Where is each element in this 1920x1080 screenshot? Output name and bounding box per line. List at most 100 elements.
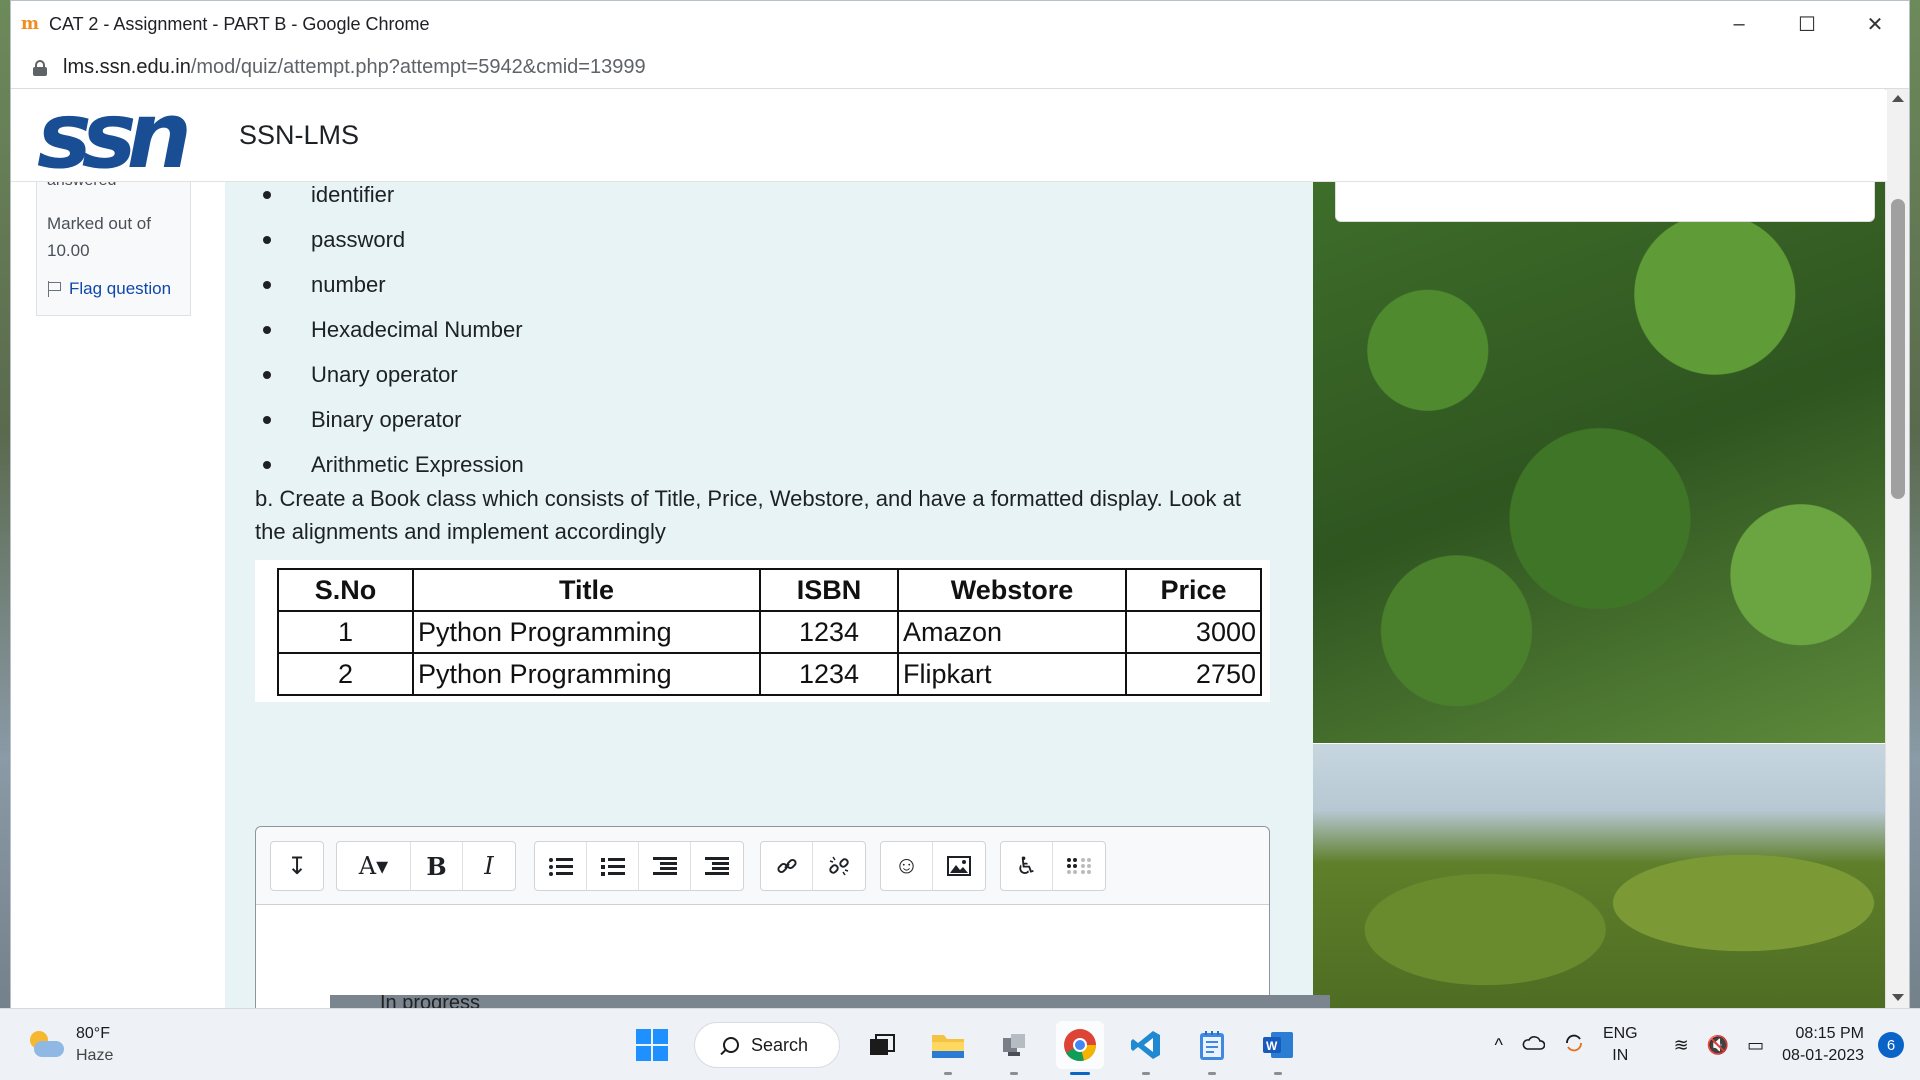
table-cell: Flipkart	[897, 652, 1127, 696]
clock-date: 08-01-2023	[1782, 1047, 1864, 1064]
bold-button[interactable]: B	[411, 842, 463, 890]
title-bar: m CAT 2 - Assignment - PART B - Google C…	[11, 1, 1909, 47]
browser-window: m CAT 2 - Assignment - PART B - Google C…	[10, 0, 1910, 1009]
network-app-button[interactable]	[990, 1021, 1038, 1075]
network-drive-icon	[1003, 1034, 1025, 1056]
chrome-button[interactable]	[1056, 1021, 1104, 1075]
close-button[interactable]: ✕	[1841, 1, 1909, 47]
question-grade: Marked out of 10.00	[47, 214, 151, 260]
table-cell: Python Programming	[412, 610, 761, 654]
question-info-column: answered Marked out of 10.00 Flag questi…	[11, 172, 225, 1009]
site-navbar: ssn SSN-LMS	[11, 90, 1887, 184]
moodle-favicon-icon: m	[21, 14, 39, 34]
right-column-images	[1313, 182, 1887, 1009]
folder-icon	[932, 1035, 964, 1058]
list-item: Arithmetic Expression	[255, 442, 524, 487]
word-button[interactable]: W	[1254, 1021, 1302, 1075]
flag-question-link[interactable]: Flag question	[47, 279, 171, 299]
editor-toolbar: ↧ A▾ B I ☺ ♿	[256, 827, 1269, 905]
page-scrollbar[interactable]	[1885, 89, 1909, 1009]
address-bar[interactable]: lms.ssn.edu.in/mod/quiz/attempt.php?atte…	[11, 47, 1909, 89]
outdent-icon	[652, 857, 677, 875]
outdent-button[interactable]	[639, 842, 691, 890]
emoji-button[interactable]: ☺	[881, 842, 933, 890]
table-cell: Amazon	[897, 610, 1127, 654]
weather-widget[interactable]: 80°F Haze	[26, 1023, 113, 1067]
wifi-icon[interactable]: ≋	[1674, 1035, 1689, 1056]
show-hidden-icons-chevron-icon[interactable]: ^	[1495, 1035, 1503, 1056]
task-view-icon	[870, 1034, 895, 1055]
vscode-button[interactable]	[1122, 1021, 1170, 1075]
right-card	[1335, 182, 1875, 222]
table-cell: 1	[277, 610, 414, 654]
start-button[interactable]	[628, 1021, 676, 1069]
table-cell: Python Programming	[412, 652, 761, 696]
flag-icon	[47, 281, 61, 297]
site-name[interactable]: SSN-LMS	[239, 120, 359, 151]
window-controls: – ☐ ✕	[1705, 1, 1909, 47]
screenreader-helper-button[interactable]	[1053, 842, 1105, 890]
minimize-button[interactable]: –	[1705, 1, 1773, 47]
url-text[interactable]: lms.ssn.edu.in/mod/quiz/attempt.php?atte…	[63, 56, 646, 79]
scroll-up-icon[interactable]	[1892, 95, 1904, 102]
windows-icon	[636, 1029, 668, 1061]
weather-text: 80°F Haze	[76, 1023, 113, 1067]
scroll-thumb[interactable]	[1891, 199, 1905, 499]
table-cell: 1234	[759, 610, 899, 654]
scroll-down-icon[interactable]	[1892, 994, 1904, 1001]
table-cell: 2	[277, 652, 414, 696]
indent-button[interactable]	[691, 842, 743, 890]
image-icon	[947, 856, 971, 876]
image-button[interactable]	[933, 842, 985, 890]
braille-icon	[1067, 858, 1091, 874]
notepad-button[interactable]	[1188, 1021, 1236, 1075]
unordered-list-icon	[548, 857, 573, 876]
taskbar: 80°F Haze Search W ^ ENG IN ≋ 🔇 ▭ 08:15 …	[0, 1008, 1920, 1080]
window-title: CAT 2 - Assignment - PART B - Google Chr…	[49, 13, 430, 34]
column-header: S.No	[277, 568, 414, 612]
background-window-peek: In progress	[330, 993, 1330, 1013]
onedrive-icon[interactable]	[1521, 1035, 1546, 1056]
unordered-list-button[interactable]	[535, 842, 587, 890]
link-button[interactable]	[761, 842, 813, 890]
toolbar-group-expand: ↧	[270, 841, 324, 891]
unlink-button[interactable]	[813, 842, 865, 890]
logo-text: ssn	[37, 90, 192, 189]
weather-icon	[26, 1029, 66, 1061]
clock-time: 08:15 PM	[1795, 1025, 1864, 1042]
italic-button[interactable]: I	[463, 842, 515, 890]
taskbar-search[interactable]: Search	[694, 1022, 840, 1068]
list-item-text: Hexadecimal Number	[311, 316, 523, 342]
maximize-button[interactable]: ☐	[1773, 1, 1841, 47]
ssn-logo[interactable]: ssn	[37, 90, 237, 184]
tree-photo	[1313, 744, 1887, 1009]
list-item-text: identifier	[311, 181, 395, 207]
font-style-button[interactable]: A▾	[337, 842, 411, 890]
speaker-muted-icon[interactable]: 🔇	[1707, 1035, 1729, 1056]
list-item: Hexadecimal Number	[255, 307, 524, 352]
language-indicator[interactable]: ENG IN	[1603, 1023, 1638, 1067]
bullet-icon	[263, 235, 271, 244]
ordered-list-button[interactable]	[587, 842, 639, 890]
accessibility-checker-button[interactable]: ♿	[1001, 842, 1053, 890]
toolbar-toggle-button[interactable]: ↧	[271, 842, 323, 890]
toolbar-group-media: ☺	[880, 841, 986, 891]
language-code: ENG	[1602, 1025, 1638, 1042]
clock[interactable]: 08:15 PM 08-01-2023	[1782, 1023, 1864, 1067]
bullet-icon	[263, 325, 271, 334]
question-content: identifier password number Hexadecimal N…	[225, 182, 1313, 1009]
table-header-row: S.No Title ISBN Webstore Price	[277, 568, 1262, 612]
link-icon	[776, 858, 797, 874]
file-explorer-button[interactable]	[924, 1021, 972, 1075]
lock-icon[interactable]	[33, 59, 47, 76]
toolbar-group-lists	[534, 841, 744, 891]
search-icon	[723, 1037, 739, 1053]
task-view-button[interactable]	[858, 1021, 906, 1069]
system-tray: ^ ENG IN ≋ 🔇 ▭ 08:15 PM 08-01-2023 6	[1495, 1009, 1920, 1080]
list-item: Binary operator	[255, 397, 524, 442]
vscode-icon	[1131, 1031, 1160, 1059]
notification-badge[interactable]: 6	[1878, 1032, 1904, 1058]
battery-icon[interactable]: ▭	[1747, 1035, 1764, 1056]
sync-icon[interactable]	[1563, 1032, 1585, 1059]
unlink-icon	[829, 856, 849, 876]
